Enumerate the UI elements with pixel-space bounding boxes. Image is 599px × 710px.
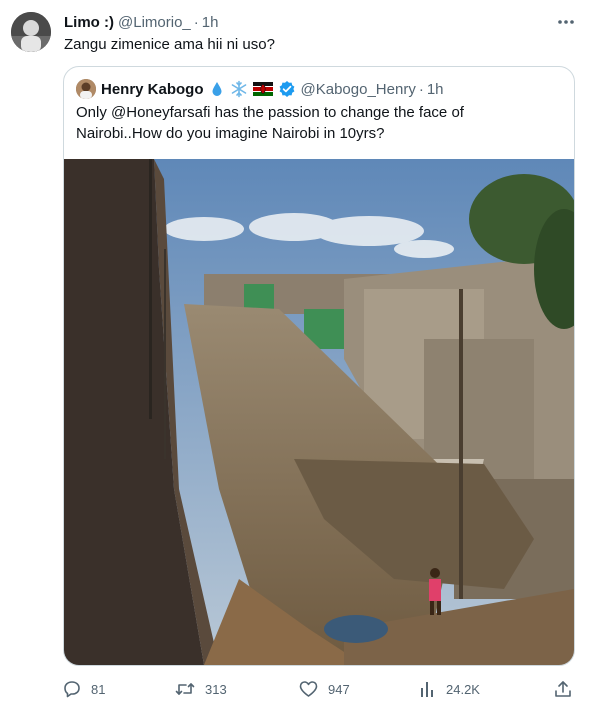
quote-author-handle[interactable]: @Kabogo_Henry: [301, 81, 416, 98]
droplet-emoji: [209, 81, 225, 97]
quote-text-line1: Only @Honeyfarsafi has the passion to ch…: [76, 104, 464, 121]
quote-separator: ·: [418, 80, 424, 98]
kenya-flag-emoji: [252, 82, 273, 96]
reply-count: 81: [91, 681, 106, 697]
more-icon: [558, 20, 574, 24]
share-icon: [555, 681, 571, 697]
views-button[interactable]: 24.2K: [420, 676, 480, 702]
more-options-button[interactable]: [555, 12, 577, 32]
quoted-tweet[interactable]: Henry Kabogo @Kabogo_Henry · 1h Only @Ho…: [63, 66, 575, 666]
quote-author-name[interactable]: Henry Kabogo: [101, 81, 204, 98]
reply-button[interactable]: 81: [63, 676, 105, 702]
retweet-button[interactable]: 313: [175, 676, 227, 702]
author-name[interactable]: Limo :): [64, 14, 114, 31]
tweet-header: Limo :) @Limorio_ · 1h: [64, 12, 579, 32]
like-button[interactable]: 947: [299, 676, 350, 702]
retweet-count: 313: [205, 681, 227, 697]
tweet-text: Zangu zimenice ama hii ni uso?: [64, 36, 275, 53]
quote-timestamp[interactable]: 1h: [427, 81, 444, 98]
views-icon: [421, 682, 433, 697]
action-bar: 81 313 947 24.2K: [60, 676, 580, 702]
quote-photo[interactable]: [64, 159, 574, 665]
verified-badge-icon[interactable]: [278, 80, 296, 98]
share-button[interactable]: [554, 676, 582, 702]
quote-text: Only @Honeyfarsafi has the passion to ch…: [76, 102, 556, 144]
avatar[interactable]: [11, 12, 51, 52]
tweet[interactable]: Limo :) @Limorio_ · 1h Zangu zimenice am…: [0, 0, 599, 710]
like-count: 947: [328, 681, 350, 697]
snowflake-emoji: [230, 80, 248, 98]
quote-header: Henry Kabogo @Kabogo_Henry · 1h: [76, 79, 444, 99]
heart-icon: [299, 681, 318, 697]
separator: ·: [193, 13, 199, 31]
author-handle[interactable]: @Limorio_: [118, 14, 191, 31]
quote-text-line2: Nairobi..How do you imagine Nairobi in 1…: [76, 125, 385, 142]
retweet-icon: [175, 683, 195, 695]
timestamp[interactable]: 1h: [202, 14, 219, 31]
reply-icon: [64, 681, 80, 698]
view-count: 24.2K: [446, 681, 480, 697]
quote-avatar[interactable]: [76, 79, 96, 99]
